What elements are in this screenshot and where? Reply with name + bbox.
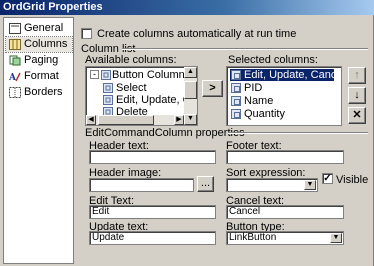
borders-icon (9, 87, 21, 98)
paging-icon (9, 55, 21, 66)
sidebar-item-label: General (24, 22, 64, 34)
visible-label: Visible (336, 174, 369, 186)
update-text-field[interactable]: Update (89, 231, 216, 245)
sidebar-item-general[interactable]: General (6, 21, 72, 36)
scroll-thumb[interactable] (98, 115, 154, 125)
tree-item-select[interactable]: Select (102, 82, 147, 94)
column-icon (231, 96, 241, 106)
sidebar-item-borders[interactable]: Borders (6, 85, 72, 100)
column-icon (103, 95, 113, 105)
delete-icon: ✕ (352, 109, 362, 121)
collapse-icon[interactable]: - (90, 70, 99, 79)
move-up-button[interactable]: ↑ (348, 67, 366, 84)
sidebar-item-label: Columns (24, 38, 68, 50)
column-icon (103, 83, 113, 93)
list-item[interactable]: Quantity (230, 108, 285, 120)
available-columns-tree[interactable]: - Button Column Select Edit, Update, Can… (85, 66, 198, 126)
properties-divider (228, 132, 368, 134)
move-down-button[interactable]: ↓ (348, 87, 366, 104)
general-page-icon (9, 23, 21, 34)
selected-columns-label: Selected columns: (228, 54, 318, 66)
scroll-right-icon[interactable]: ▶ (174, 115, 184, 125)
available-columns-label: Available columns: (85, 54, 177, 66)
header-text-field[interactable] (89, 150, 216, 164)
button-type-select[interactable]: LinkButton ▼ (226, 231, 344, 245)
available-vertical-scrollbar[interactable]: ▲ ▼ (184, 67, 197, 125)
auto-generate-label: Create columns automatically at run time (97, 28, 297, 40)
page-sidebar: General Columns Paging A Format Borders (3, 17, 74, 264)
properties-section-label: EditCommandColumn properties (85, 127, 245, 139)
chevron-down-icon[interactable]: ▼ (330, 233, 342, 243)
scroll-up-icon[interactable]: ▲ (184, 67, 197, 78)
sidebar-item-label: Borders (24, 86, 63, 98)
list-item[interactable]: Edit, Update, Cancel (230, 69, 341, 81)
delete-column-button[interactable]: ✕ (348, 107, 366, 124)
selected-columns-list[interactable]: Edit, Update, Cancel PID Name Quantity (226, 66, 342, 126)
sidebar-item-paging[interactable]: Paging (6, 53, 72, 68)
sidebar-item-label: Paging (24, 54, 59, 66)
column-list-divider (122, 48, 368, 50)
scroll-thumb[interactable] (184, 81, 197, 99)
edit-text-field[interactable]: Edit (89, 205, 216, 219)
header-image-field[interactable] (89, 178, 194, 192)
add-column-button[interactable]: > (202, 80, 223, 97)
chevron-down-icon[interactable]: ▼ (304, 180, 316, 190)
sidebar-item-columns[interactable]: Columns (5, 36, 73, 53)
format-icon: A (9, 72, 21, 82)
column-icon (101, 70, 111, 80)
columns-icon (9, 39, 21, 50)
properties-dialog: OrdGrid Properties General Columns Pagin… (0, 0, 374, 266)
columns-page: Create columns automatically at run time… (76, 17, 371, 264)
column-icon (231, 109, 241, 119)
column-icon (231, 70, 241, 80)
arrow-down-icon: ↓ (354, 89, 360, 101)
footer-text-field[interactable] (226, 150, 344, 164)
list-item[interactable]: Name (230, 95, 273, 107)
cancel-text-field[interactable]: Cancel (226, 205, 344, 219)
column-icon (231, 83, 241, 93)
visible-checkbox[interactable]: ✓ (322, 173, 333, 184)
sort-expression-select[interactable]: ▼ (226, 178, 318, 192)
sidebar-item-label: Format (24, 70, 59, 82)
window-title: OrdGrid Properties (0, 0, 374, 15)
tree-item-button-column[interactable]: - Button Column (88, 69, 185, 81)
list-item[interactable]: PID (230, 82, 262, 94)
scroll-down-icon[interactable]: ▼ (184, 114, 197, 125)
available-horizontal-scrollbar[interactable]: ◀ ▶ (86, 115, 184, 125)
scroll-left-icon[interactable]: ◀ (86, 115, 96, 125)
sidebar-item-format[interactable]: A Format (6, 69, 72, 84)
auto-generate-checkbox[interactable] (81, 28, 92, 39)
browse-button[interactable]: ... (197, 176, 214, 192)
arrow-up-icon: ↑ (354, 69, 360, 81)
